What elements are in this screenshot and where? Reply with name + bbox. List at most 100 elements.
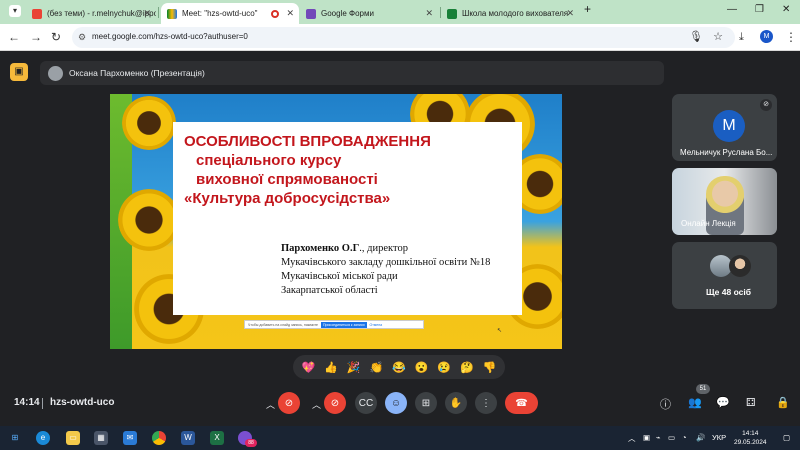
language-indicator[interactable]: УКР xyxy=(712,433,726,442)
tab-forms[interactable]: Google Форми ✕ xyxy=(300,3,438,24)
microphone-icon[interactable]: 🎙 xyxy=(689,30,703,43)
tray-chevron-icon[interactable]: ︿ xyxy=(628,433,636,444)
gmail-icon xyxy=(32,8,42,19)
captions-button[interactable]: CC xyxy=(355,392,377,414)
slide-title: ОСОБЛИВОСТІ ВПРОВАДЖЕННЯ спеціального ку… xyxy=(184,132,484,208)
tab-gmail[interactable]: (без теми) - r.melnychuk@ippo ✕ xyxy=(26,3,156,24)
presentation-icon[interactable]: ▣ xyxy=(10,63,28,81)
chrome-icon[interactable] xyxy=(152,431,166,445)
author-name: Пархоменко О.Г xyxy=(281,243,360,254)
chat-icon[interactable]: 💬 xyxy=(716,396,730,409)
avatar xyxy=(48,65,63,81)
mail-icon[interactable]: ✉ xyxy=(123,431,137,445)
slide-author-block: Пархоменко О.Г., директор Мукачівського … xyxy=(281,242,490,298)
forward-icon[interactable]: → xyxy=(30,30,42,44)
tray-volume-icon[interactable]: 🔊 xyxy=(696,433,705,442)
participant-name: Онлайн Лекція xyxy=(681,219,736,228)
present-screen-button[interactable]: ⊞ xyxy=(415,392,437,414)
address-bar[interactable]: ⚙ meet.google.com/hzs-owtd-uco?authuser=… xyxy=(72,27,735,48)
more-options-button[interactable]: ⋮ xyxy=(475,392,497,414)
chevron-up-icon[interactable]: ︿ xyxy=(266,398,275,411)
tab-label: (без теми) - r.melnychuk@ippo xyxy=(47,9,156,18)
hang-up-icon: ☎ xyxy=(515,397,528,409)
slide-title-line: спеціального курсу xyxy=(196,152,342,169)
tray-meet-icon[interactable]: ▣ xyxy=(643,433,650,442)
menu-kebab-icon[interactable]: ⋮ xyxy=(785,30,797,44)
download-icon[interactable]: ⤓ xyxy=(739,30,744,44)
slide-bar-link[interactable]: Отмена xyxy=(370,323,383,327)
raise-hand-button[interactable]: ✋ xyxy=(445,392,467,414)
close-icon[interactable]: ✕ xyxy=(143,8,151,19)
info-icon[interactable]: ⓘ xyxy=(660,396,671,412)
tab-sheets[interactable]: Школа молодого вихователя ✕ xyxy=(441,3,579,24)
slide-title-line: «Культура добросусідства» xyxy=(184,190,391,207)
browser-toolbar: ← → ↻ ⚙ meet.google.com/hzs-owtd-uco?aut… xyxy=(0,24,800,51)
tab-label: Школа молодого вихователя xyxy=(462,9,569,18)
tray-wifi-icon[interactable]: ◔ xyxy=(682,433,687,442)
minimize-icon[interactable]: — xyxy=(727,4,737,15)
presenter-label: Оксана Пархоменко (Презентація) xyxy=(69,68,205,78)
author-line: Мукачівської міської ради xyxy=(281,271,398,282)
reaction-party-popper[interactable]: 🎉 xyxy=(347,361,361,374)
people-icon[interactable]: 👥 xyxy=(688,396,702,409)
participant-name: Мельничук Руслана Бо... xyxy=(680,148,773,157)
more-participants-tile[interactable]: Ще 48 осіб xyxy=(672,242,777,309)
reaction-thumbs-up[interactable]: 👍 xyxy=(324,361,338,374)
captions-icon: CC xyxy=(358,397,374,409)
store-icon[interactable]: ▦ xyxy=(94,431,108,445)
bookmark-star-icon[interactable]: ☆ xyxy=(713,30,723,43)
author-line: Закарпатської області xyxy=(281,285,378,296)
file-explorer-icon[interactable]: ▭ xyxy=(66,431,80,445)
reaction-thinking[interactable]: 🤔 xyxy=(460,361,474,374)
tab-meet[interactable]: Meet: "hzs-owtd-uco" ✕ xyxy=(161,3,299,24)
presenter-bar: Оксана Пархоменко (Презентація) xyxy=(40,61,664,85)
tray-usb-icon[interactable]: ⌁ xyxy=(656,433,661,442)
leave-call-button[interactable]: ☎ xyxy=(505,392,538,414)
new-tab-button[interactable]: + xyxy=(584,2,591,16)
emoji-icon: ☺ xyxy=(390,397,402,409)
close-icon[interactable]: ✕ xyxy=(286,8,294,19)
close-icon[interactable]: ✕ xyxy=(566,8,574,19)
windows-start-icon[interactable]: ⊞ xyxy=(8,431,22,445)
host-controls-icon[interactable]: 🔒 xyxy=(776,396,790,409)
meeting-code: hzs-owtd-uco xyxy=(50,397,115,408)
taskbar-clock[interactable]: 14:14 29.05.2024 xyxy=(734,429,767,447)
reaction-clap[interactable]: 👏 xyxy=(369,361,383,374)
mic-off-icon: ⊘ xyxy=(760,99,772,111)
mic-toggle-button[interactable]: ⊘ xyxy=(278,392,300,414)
people-count-badge: 51 xyxy=(696,384,710,394)
participant-tile[interactable]: ⊘ M Мельничук Руслана Бо... xyxy=(672,94,777,161)
close-icon[interactable]: ✕ xyxy=(425,8,433,19)
notifications-icon[interactable]: ▢ xyxy=(783,433,790,442)
avatar xyxy=(729,255,751,277)
word-icon[interactable]: W xyxy=(181,431,195,445)
site-info-icon[interactable]: ⚙ xyxy=(78,32,86,43)
excel-icon[interactable]: X xyxy=(210,431,224,445)
author-line: Мукачівського закладу дошкільної освіти … xyxy=(281,257,491,268)
tab-label: Google Форми xyxy=(321,9,374,18)
profile-avatar[interactable]: M xyxy=(760,30,773,43)
slide-bar-button[interactable]: Присоединиться к записи xyxy=(320,321,367,328)
participant-tile[interactable]: Онлайн Лекція xyxy=(672,168,777,235)
camera-toggle-button[interactable]: ⊘ xyxy=(324,392,346,414)
reactions-bar: 💖 👍 🎉 👏 😂 😮 😢 🤔 👎 xyxy=(293,355,505,379)
emoji-reactions-button[interactable]: ☺ xyxy=(385,392,407,414)
taskbar-time: 14:14 xyxy=(742,430,759,437)
recording-icon xyxy=(271,9,279,18)
slide-title-line: ОСОБЛИВОСТІ ВПРОВАДЖЕННЯ xyxy=(184,133,431,150)
window-close-icon[interactable]: ✕ xyxy=(782,4,790,15)
reaction-sparkling-heart[interactable]: 💖 xyxy=(301,361,315,374)
restore-icon[interactable]: ❐ xyxy=(755,4,764,15)
author-role: ., директор xyxy=(359,243,408,254)
tab-search-icon[interactable]: ▾ xyxy=(9,5,21,17)
edge-icon[interactable]: e xyxy=(36,431,50,445)
reaction-joy[interactable]: 😂 xyxy=(392,361,406,374)
back-icon[interactable]: ← xyxy=(8,30,20,44)
reaction-sad[interactable]: 😢 xyxy=(437,361,451,374)
activities-icon[interactable]: ⚃ xyxy=(746,396,756,409)
tray-network-icon[interactable]: ▭ xyxy=(668,433,675,442)
chevron-up-icon[interactable]: ︿ xyxy=(312,398,321,411)
reload-icon[interactable]: ↻ xyxy=(51,30,61,44)
reaction-thumbs-down[interactable]: 👎 xyxy=(483,361,497,374)
reaction-surprised[interactable]: 😮 xyxy=(415,361,429,374)
